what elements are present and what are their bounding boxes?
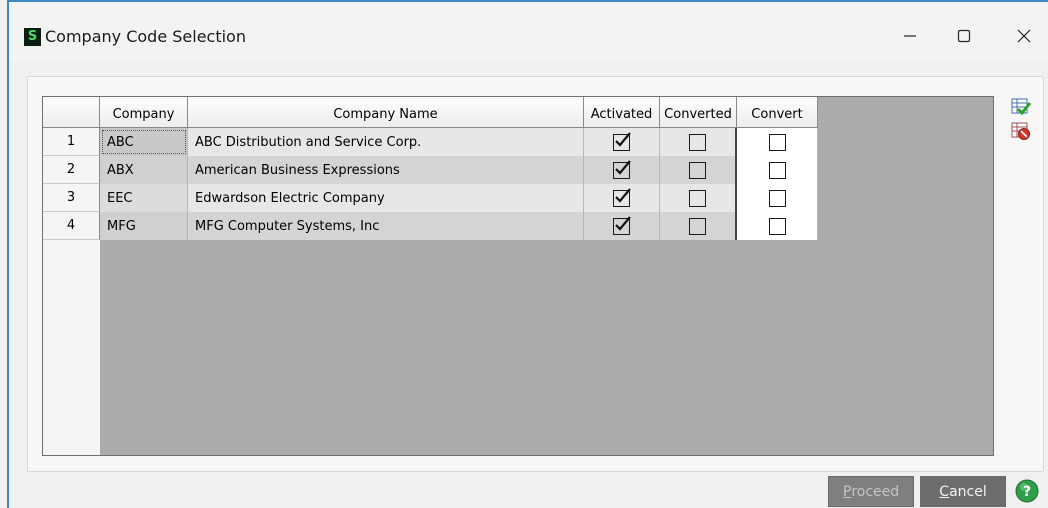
activated-checkbox <box>613 159 631 179</box>
convert-cell[interactable] <box>737 128 818 156</box>
activated-checkbox <box>613 187 631 207</box>
minimize-button[interactable] <box>887 16 933 56</box>
cancel-hotkey: C <box>939 483 950 500</box>
convert-checkbox[interactable] <box>768 161 786 179</box>
company-code-cell[interactable]: MFG <box>100 212 188 240</box>
convert-cell[interactable] <box>737 212 818 240</box>
header-convert[interactable]: Convert <box>737 97 818 128</box>
grid-header: Company Company Name Activated Converted… <box>43 97 818 128</box>
company-name-cell[interactable]: Edwardson Electric Company <box>188 184 584 212</box>
proceed-hotkey: P <box>842 483 852 500</box>
header-corner <box>43 97 100 128</box>
select-all-button[interactable] <box>1011 97 1032 117</box>
converted-cell <box>660 184 737 212</box>
check-icon <box>615 187 631 203</box>
activated-cell <box>584 156 660 184</box>
proceed-button[interactable]: Proceed <box>828 476 914 507</box>
table-row[interactable]: 3 EEC Edwardson Electric Company <box>43 184 818 212</box>
clear-all-button[interactable] <box>1011 121 1031 141</box>
company-code-cell[interactable]: ABX <box>100 156 188 184</box>
minimize-icon <box>904 35 916 37</box>
converted-cell <box>660 128 737 156</box>
cancel-button[interactable]: Cancel <box>920 476 1006 507</box>
converted-checkbox <box>689 133 706 151</box>
maximize-button[interactable] <box>941 16 987 56</box>
company-code-selection-window: S Company Code Selection Company Company… <box>7 0 1048 508</box>
select-all-icon <box>1011 98 1032 116</box>
maximize-icon <box>957 29 971 43</box>
row-number: 3 <box>43 184 100 212</box>
activated-cell <box>584 184 660 212</box>
table-row[interactable]: 4 MFG MFG Computer Systems, Inc <box>43 212 818 240</box>
convert-checkbox[interactable] <box>768 217 786 235</box>
grid-empty-area <box>100 240 993 455</box>
activated-cell <box>584 212 660 240</box>
convert-cell[interactable] <box>737 184 818 212</box>
help-button[interactable]: ? <box>1015 479 1039 503</box>
company-panel: Company Company Name Activated Converted… <box>27 76 1044 472</box>
activated-checkbox <box>613 131 631 151</box>
header-company-name[interactable]: Company Name <box>188 97 584 128</box>
row-number: 4 <box>43 212 100 240</box>
title-bar: S Company Code Selection <box>9 2 1048 62</box>
header-company[interactable]: Company <box>100 97 188 128</box>
table-row[interactable]: 2 ABX American Business Expressions <box>43 156 818 184</box>
company-name-cell[interactable]: MFG Computer Systems, Inc <box>188 212 584 240</box>
convert-checkbox[interactable] <box>768 189 786 207</box>
close-icon <box>1017 29 1031 43</box>
clear-all-icon <box>1011 122 1030 140</box>
activated-cell <box>584 128 660 156</box>
close-button[interactable] <box>1001 16 1047 56</box>
convert-checkbox[interactable] <box>768 133 786 151</box>
svg-text:?: ? <box>1023 484 1031 500</box>
convert-cell[interactable] <box>737 156 818 184</box>
company-name-cell[interactable]: ABC Distribution and Service Corp. <box>188 128 584 156</box>
help-icon: ? <box>1015 479 1039 503</box>
converted-cell <box>660 212 737 240</box>
row-number: 2 <box>43 156 100 184</box>
converted-checkbox <box>689 217 706 235</box>
row-number: 1 <box>43 128 100 156</box>
window-title: Company Code Selection <box>45 27 246 46</box>
proceed-label: roceed <box>851 483 900 500</box>
check-icon <box>615 159 631 175</box>
check-icon <box>615 215 631 231</box>
company-grid: Company Company Name Activated Converted… <box>42 96 994 456</box>
converted-checkbox <box>689 189 706 207</box>
app-logo-icon: S <box>24 28 41 46</box>
header-converted[interactable]: Converted <box>660 97 737 128</box>
activated-checkbox <box>613 215 631 235</box>
header-activated[interactable]: Activated <box>584 97 660 128</box>
converted-checkbox <box>689 161 706 179</box>
check-icon <box>615 131 631 147</box>
company-code-cell[interactable]: ABC <box>100 128 188 156</box>
company-name-cell[interactable]: American Business Expressions <box>188 156 584 184</box>
company-code-cell[interactable]: EEC <box>100 184 188 212</box>
converted-cell <box>660 156 737 184</box>
cancel-label: ancel <box>949 483 987 500</box>
table-row[interactable]: 1 ABC ABC Distribution and Service Corp. <box>43 128 818 156</box>
